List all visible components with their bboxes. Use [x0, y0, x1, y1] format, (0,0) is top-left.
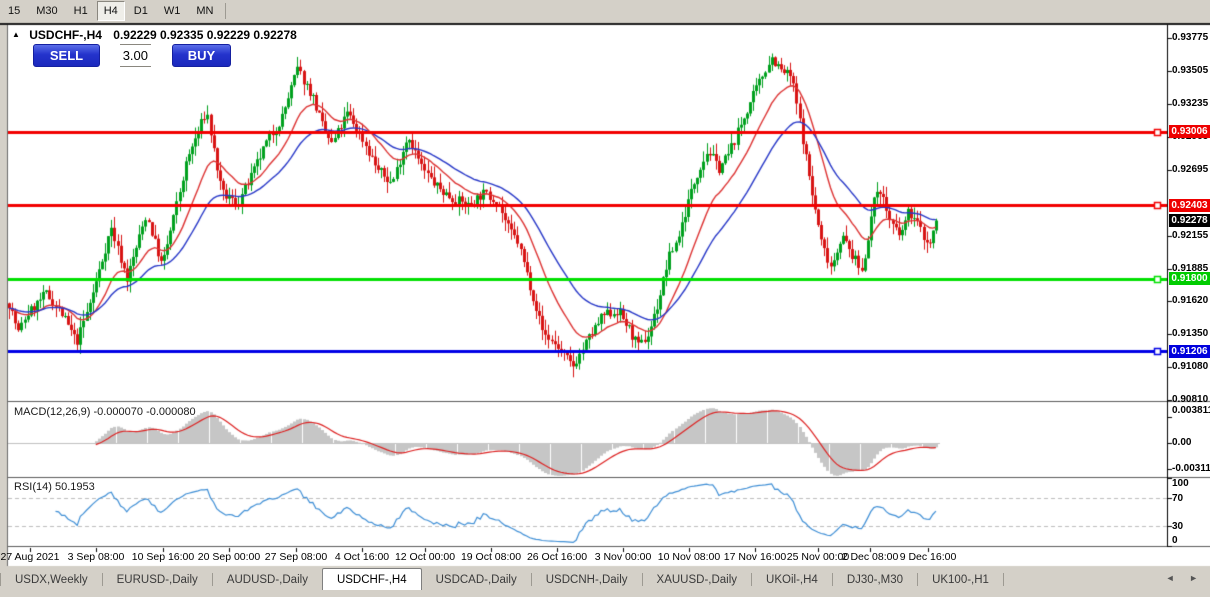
tab-scroll-right-icon[interactable]: ►: [1189, 573, 1204, 583]
price-axis-tick: 0.91080: [1172, 360, 1209, 372]
rsi-axis-tick: 70: [1172, 493, 1184, 505]
rsi-indicator-label: RSI(14) 50.1953: [14, 481, 95, 493]
chart-tab-usdx[interactable]: USDX,Weekly: [1, 569, 102, 590]
timeframe-button-h1[interactable]: H1: [67, 1, 95, 21]
price-axis-tick: 0.93505: [1172, 64, 1209, 76]
timeframe-button-d1[interactable]: D1: [127, 1, 155, 21]
time-axis-label: 25 Nov 00:00: [786, 551, 850, 563]
price-axis-tick: 0.91620: [1172, 294, 1209, 306]
time-axis-label: 12 Oct 00:00: [394, 551, 456, 563]
time-axis-label: 10 Sep 16:00: [131, 551, 195, 563]
chart-tab-usdcnh[interactable]: USDCNH-,Daily: [532, 569, 642, 590]
toolbar-separator: [225, 3, 227, 19]
chart-tab-xauusd[interactable]: XAUUSD-,Daily: [643, 569, 752, 590]
time-axis-label: 4 Oct 16:00: [334, 551, 390, 563]
macd-axis-tick: -0.003115: [1172, 463, 1210, 474]
rsi-axis-tick: 30: [1172, 520, 1184, 532]
chart-tab-eurusd[interactable]: EURUSD-,Daily: [103, 569, 212, 590]
tab-scroll-arrows[interactable]: ◄ ►: [1166, 573, 1204, 583]
macd-axis-tick: 0.00: [1172, 437, 1192, 449]
chart-title: ▲ USDCHF-,H4 0.92229 0.92335 0.92229 0.9…: [12, 28, 297, 42]
rsi-axis-tick: 100: [1172, 478, 1189, 489]
price-axis-tick: 0.92155: [1172, 229, 1209, 241]
buy-button[interactable]: BUY: [172, 44, 231, 67]
time-axis-label: 26 Oct 16:00: [526, 551, 588, 563]
chart-tabbar: USDX,Weekly EURUSD-,Daily AUDUSD-,Daily USD…: [0, 568, 1210, 590]
price-axis-tick: 0.90810: [1172, 393, 1209, 405]
timeframe-toolbar: 15 M30 H1 H4 D1 W1 MN: [0, 0, 1210, 22]
time-axis-label: 27 Sep 08:00: [264, 551, 328, 563]
chart-ohlc-values: 0.92229 0.92335 0.92229 0.92278: [113, 28, 297, 42]
chart-tab-usdchf[interactable]: USDCHF-,H4: [321, 568, 422, 590]
price-badge: 0.92278: [1169, 214, 1210, 228]
timeframe-button-w1[interactable]: W1: [157, 1, 188, 21]
mt4-terminal: 15 M30 H1 H4 D1 W1 MN ▲ USDCHF-,H4 0.92229 0.9…: [0, 0, 1210, 597]
chart-tab-dj30[interactable]: DJ30-,M30: [833, 569, 917, 590]
time-axis-label: 20 Sep 00:00: [197, 551, 261, 563]
macd-axis-tick: 0.003811: [1172, 405, 1210, 416]
chart-tab-uk100[interactable]: UK100-,H1: [918, 569, 1003, 590]
timeframe-button-m30[interactable]: M30: [29, 1, 64, 21]
time-axis-label: 27 Aug 2021: [0, 551, 60, 563]
time-axis-label: 19 Oct 08:00: [460, 551, 522, 563]
price-badge: 0.93006: [1169, 125, 1210, 139]
price-badge: 0.91800: [1169, 272, 1210, 286]
collapse-panel-icon[interactable]: ▲: [12, 30, 20, 39]
macd-indicator-label: MACD(12,26,9) -0.000070 -0.000080: [14, 406, 196, 418]
timeframe-button-mn[interactable]: MN: [189, 1, 220, 21]
timeframe-button-15[interactable]: 15: [1, 1, 27, 21]
chart-tab-usdcad[interactable]: USDCAD-,Daily: [422, 569, 531, 590]
time-axis-label: 17 Nov 16:00: [723, 551, 787, 563]
timeframe-button-h4[interactable]: H4: [96, 1, 125, 21]
time-axis-label: 9 Dec 16:00: [899, 551, 957, 563]
time-axis-label: 3 Sep 08:00: [67, 551, 125, 563]
rsi-axis-tick: 0: [1172, 535, 1178, 546]
chart-canvas[interactable]: [0, 0, 1210, 597]
price-badge: 0.92403: [1169, 198, 1210, 212]
price-badge: 0.91206: [1169, 344, 1210, 358]
time-axis-label: 10 Nov 08:00: [657, 551, 721, 563]
sell-button[interactable]: SELL: [33, 44, 100, 67]
time-axis-label: 2 Dec 08:00: [841, 551, 899, 563]
chart-tab-ukoil[interactable]: UKOil-,H4: [752, 569, 832, 590]
price-axis-tick: 0.93235: [1172, 97, 1209, 109]
chart-tab-audusd[interactable]: AUDUSD-,Daily: [213, 569, 322, 590]
price-axis-tick: 0.92695: [1172, 163, 1209, 175]
price-axis-tick: 0.93775: [1172, 31, 1209, 43]
chart-symbol-label: USDCHF-,H4: [29, 28, 102, 42]
price-axis-tick: 0.91350: [1172, 327, 1209, 339]
tab-scroll-left-icon[interactable]: ◄: [1166, 573, 1181, 583]
volume-input[interactable]: [120, 44, 151, 67]
time-axis-label: 3 Nov 00:00: [594, 551, 652, 563]
tab-separator: [1002, 573, 1004, 586]
